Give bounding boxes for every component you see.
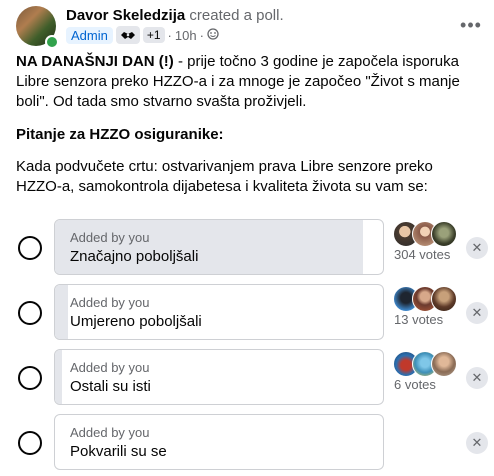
meta-separator-2: · (199, 27, 204, 43)
poll-option-label: Umjereno poboljšali (70, 313, 202, 330)
voter-avatars[interactable] (393, 221, 465, 247)
meta-separator: · (167, 27, 172, 43)
poll-option-box[interactable]: Added by you Pokvarili su se (54, 414, 384, 470)
plus-badge[interactable]: +1 (142, 27, 165, 43)
post-time[interactable]: 10h (175, 28, 197, 43)
post-headline: NA DANAŠNJI DAN (!) (16, 53, 174, 70)
poll-vote-count[interactable]: 304 votes (394, 247, 450, 262)
group-audience-icon (207, 27, 219, 43)
voter-avatars[interactable] (393, 286, 465, 312)
poll-option-fill (55, 220, 364, 274)
voter-avatar[interactable] (431, 286, 457, 312)
poll-option-fill (55, 285, 69, 339)
post-body: NA DANAŠNJI DAN (!) - prije točno 3 godi… (16, 52, 482, 197)
poll-option: Added by you Pokvarili su se ✕ (16, 414, 488, 470)
poll-vote-count[interactable]: 13 votes (394, 312, 443, 327)
poll-option-box[interactable]: Added by you Ostali su isti (54, 349, 384, 405)
poll-radio[interactable] (18, 301, 42, 325)
poll-option-box[interactable]: Added by you Umjereno poboljšali (54, 284, 384, 340)
more-options-icon[interactable]: ••• (456, 10, 486, 40)
poll-option-added-by: Added by you (70, 295, 150, 310)
poll-option-added-by: Added by you (70, 425, 150, 440)
post-header: Davor Skeledzija created a poll. Admin +… (16, 6, 486, 49)
remove-option-icon[interactable]: ✕ (466, 237, 488, 259)
post-meta: Admin +1 · 10h · (66, 26, 219, 44)
poll-option: Added by you Umjereno poboljšali 13 vote… (16, 284, 488, 340)
voter-avatars[interactable] (393, 351, 465, 377)
voter-avatar[interactable] (431, 221, 457, 247)
remove-option-icon[interactable]: ✕ (466, 432, 488, 454)
remove-option-icon[interactable]: ✕ (466, 302, 488, 324)
poll-option-label: Značajno poboljšali (70, 248, 199, 265)
poll-vote-count[interactable]: 6 votes (394, 377, 436, 392)
poll-option: Added by you Značajno poboljšali 304 vot… (16, 219, 488, 275)
handshake-icon[interactable] (115, 26, 140, 44)
admin-badge[interactable]: Admin (66, 26, 113, 44)
poll-radio[interactable] (18, 236, 42, 260)
poll-radio[interactable] (18, 431, 42, 455)
post-question-heading: Pitanje za HZZO osiguranike: (16, 126, 224, 143)
author-name[interactable]: Davor Skeledzija (66, 7, 185, 24)
voter-avatar[interactable] (431, 351, 457, 377)
poll-radio[interactable] (18, 366, 42, 390)
poll-option-box[interactable]: Added by you Značajno poboljšali (54, 219, 384, 275)
poll-option-fill (55, 350, 62, 404)
post-paragraph-1: NA DANAŠNJI DAN (!) - prije točno 3 godi… (16, 52, 482, 112)
post-action: created a poll. (189, 7, 284, 24)
poll-option-added-by: Added by you (70, 360, 150, 375)
author-line: Davor Skeledzija created a poll. (66, 7, 284, 24)
online-status-dot (45, 35, 59, 49)
poll-option-label: Ostali su isti (70, 378, 151, 395)
poll-option-label: Pokvarili su se (70, 443, 167, 460)
remove-option-icon[interactable]: ✕ (466, 367, 488, 389)
post-question-text: Kada podvučete crtu: ostvarivanjem prava… (16, 158, 433, 195)
poll-option: Added by you Ostali su isti 6 votes ✕ (16, 349, 488, 405)
poll-option-added-by: Added by you (70, 230, 150, 245)
